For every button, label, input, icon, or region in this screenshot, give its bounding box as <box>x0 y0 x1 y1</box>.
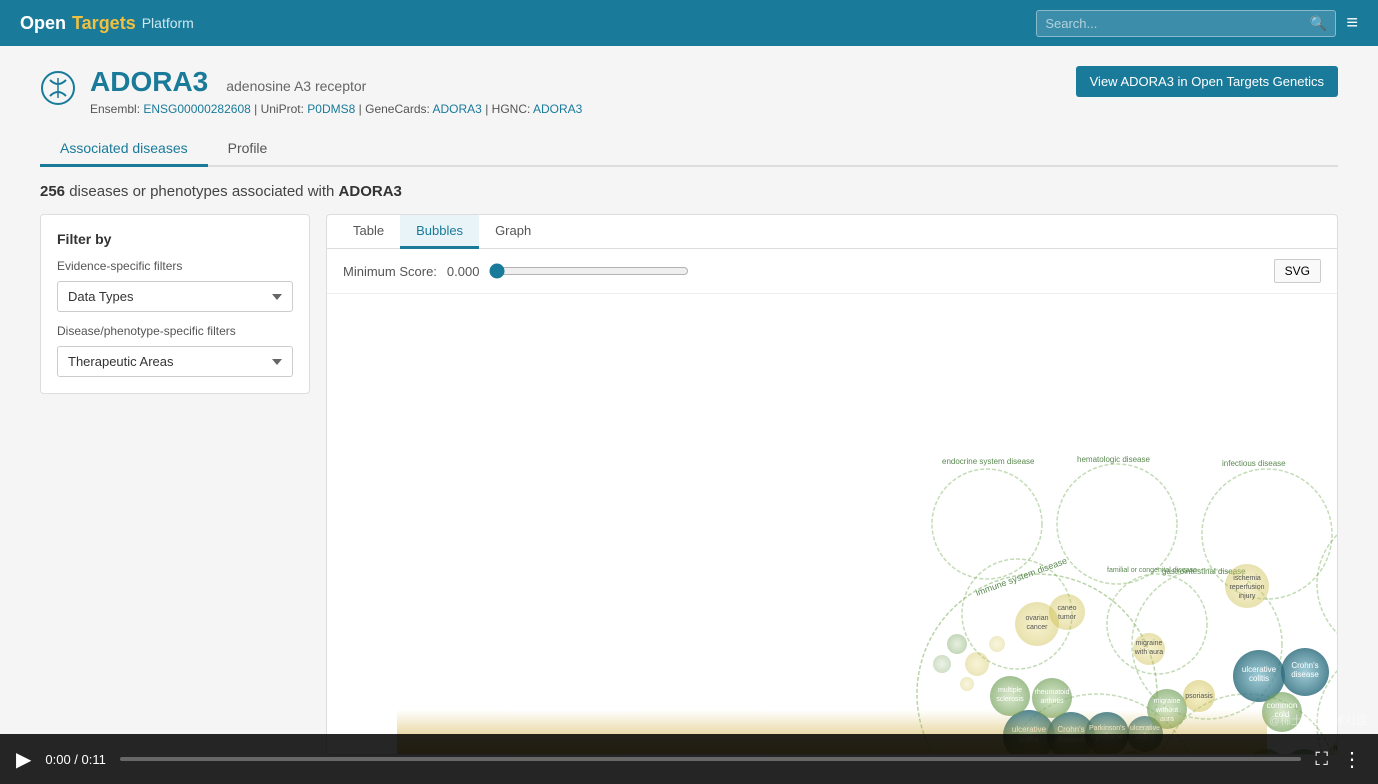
gene-full-name: adenosine A3 receptor <box>226 78 366 94</box>
svg-text:reperfusion: reperfusion <box>1229 584 1264 591</box>
view-tabs: Table Bubbles Graph <box>327 215 1337 249</box>
menu-icon[interactable]: ≡ <box>1346 12 1358 35</box>
gene-details: ADORA3 adenosine A3 receptor Ensembl: EN… <box>90 66 582 116</box>
fullscreen-button[interactable]: ⛶ <box>1315 749 1328 770</box>
score-label: Minimum Score: <box>343 264 437 279</box>
search-bar[interactable]: 🔍 <box>1036 10 1336 37</box>
video-progress-bar[interactable] <box>120 757 1302 761</box>
time-display: 0:00 / 0:11 <box>45 752 105 767</box>
genecards-label: GeneCards: <box>365 102 430 116</box>
assoc-gene: ADORA3 <box>339 183 402 200</box>
watermark: @稀土掘金技术社区 <box>1269 712 1368 728</box>
svg-text:Crohn's: Crohn's <box>1291 661 1318 670</box>
view-tab-graph[interactable]: Graph <box>479 215 547 249</box>
genecards-link[interactable]: ADORA3 <box>433 102 482 116</box>
main-tabs: Associated diseases Profile <box>40 132 1338 167</box>
svg-text:tumor: tumor <box>1058 614 1077 621</box>
bubbles-panel: Table Bubbles Graph Minimum Score: 0.000… <box>326 214 1338 755</box>
search-icon: 🔍 <box>1310 15 1327 32</box>
logo: Open Targets Platform <box>20 13 194 34</box>
svg-text:common: common <box>1267 701 1298 710</box>
view-tab-table[interactable]: Table <box>337 215 400 249</box>
assoc-header: 256 diseases or phenotypes associated wi… <box>40 183 1338 200</box>
evidence-filter-label: Evidence-specific filters <box>57 259 293 273</box>
header: Open Targets Platform 🔍 ≡ <box>0 0 1378 46</box>
svg-button[interactable]: SVG <box>1274 259 1321 283</box>
video-overlay: ▶ 0:00 / 0:11 ⛶ ⋮ <box>0 734 1378 784</box>
gene-name: ADORA3 <box>90 66 208 98</box>
uniprot-label: UniProt: <box>261 102 304 116</box>
header-right: 🔍 ≡ <box>1036 10 1358 37</box>
content-layout: Filter by Evidence-specific filters Data… <box>40 214 1338 755</box>
hgnc-link[interactable]: ADORA3 <box>533 102 582 116</box>
svg-text:disease: disease <box>1291 670 1319 679</box>
genetics-button[interactable]: View ADORA3 in Open Targets Genetics <box>1076 66 1338 97</box>
logo-targets: Targets <box>72 13 136 34</box>
bubble-svg: immune system disease nervous system dis… <box>327 294 1337 754</box>
gene-info: ADORA3 adenosine A3 receptor Ensembl: EN… <box>40 66 582 116</box>
ensembl-label: Ensembl: <box>90 102 140 116</box>
more-options-button[interactable]: ⋮ <box>1342 747 1362 772</box>
svg-text:ovarian: ovarian <box>1026 615 1049 622</box>
filter-panel: Filter by Evidence-specific filters Data… <box>40 214 310 394</box>
view-tab-bubbles[interactable]: Bubbles <box>400 215 479 249</box>
svg-text:immune system disease: immune system disease <box>974 555 1068 597</box>
logo-platform: Platform <box>142 15 194 31</box>
score-value: 0.000 <box>447 264 480 279</box>
logo-open: Open <box>20 13 66 34</box>
svg-text:hematologic disease: hematologic disease <box>1077 455 1150 464</box>
bubbles-controls: Minimum Score: 0.000 SVG <box>327 249 1337 294</box>
search-input[interactable] <box>1045 16 1310 31</box>
hgnc-label: HGNC: <box>492 102 531 116</box>
gene-header: ADORA3 adenosine A3 receptor Ensembl: EN… <box>40 66 1338 116</box>
svg-text:cancer: cancer <box>1026 624 1048 631</box>
bubble-visualization: immune system disease nervous system dis… <box>327 294 1337 754</box>
filter-title: Filter by <box>57 231 293 247</box>
score-control: Minimum Score: 0.000 <box>343 263 689 279</box>
svg-text:caneo: caneo <box>1057 605 1076 612</box>
svg-text:familial or congenital disease: familial or congenital disease <box>1107 567 1197 574</box>
svg-text:infectious disease: infectious disease <box>1222 459 1286 468</box>
score-slider[interactable] <box>489 263 689 279</box>
assoc-text: diseases or phenotypes <box>69 183 227 200</box>
uniprot-link[interactable]: P0DMS8 <box>307 102 355 116</box>
tab-profile[interactable]: Profile <box>208 132 288 167</box>
gene-icon <box>40 70 76 106</box>
data-types-dropdown[interactable]: Data Types <box>57 281 293 312</box>
disease-filter-label: Disease/phenotype-specific filters <box>57 324 293 338</box>
ensembl-link[interactable]: ENSG00000282608 <box>143 102 250 116</box>
svg-text:injury: injury <box>1239 593 1256 600</box>
gene-links: Ensembl: ENSG00000282608 | UniProt: P0DM… <box>90 102 582 116</box>
play-button[interactable]: ▶ <box>16 747 31 772</box>
tab-associated-diseases[interactable]: Associated diseases <box>40 132 208 167</box>
svg-text:ischemia: ischemia <box>1233 575 1261 582</box>
assoc-with: associated with <box>232 183 335 200</box>
therapeutic-areas-dropdown[interactable]: Therapeutic Areas <box>57 346 293 377</box>
svg-text:endocrine system disease: endocrine system disease <box>942 457 1035 466</box>
main-content: ADORA3 adenosine A3 receptor Ensembl: EN… <box>0 46 1378 775</box>
assoc-count: 256 <box>40 183 65 200</box>
